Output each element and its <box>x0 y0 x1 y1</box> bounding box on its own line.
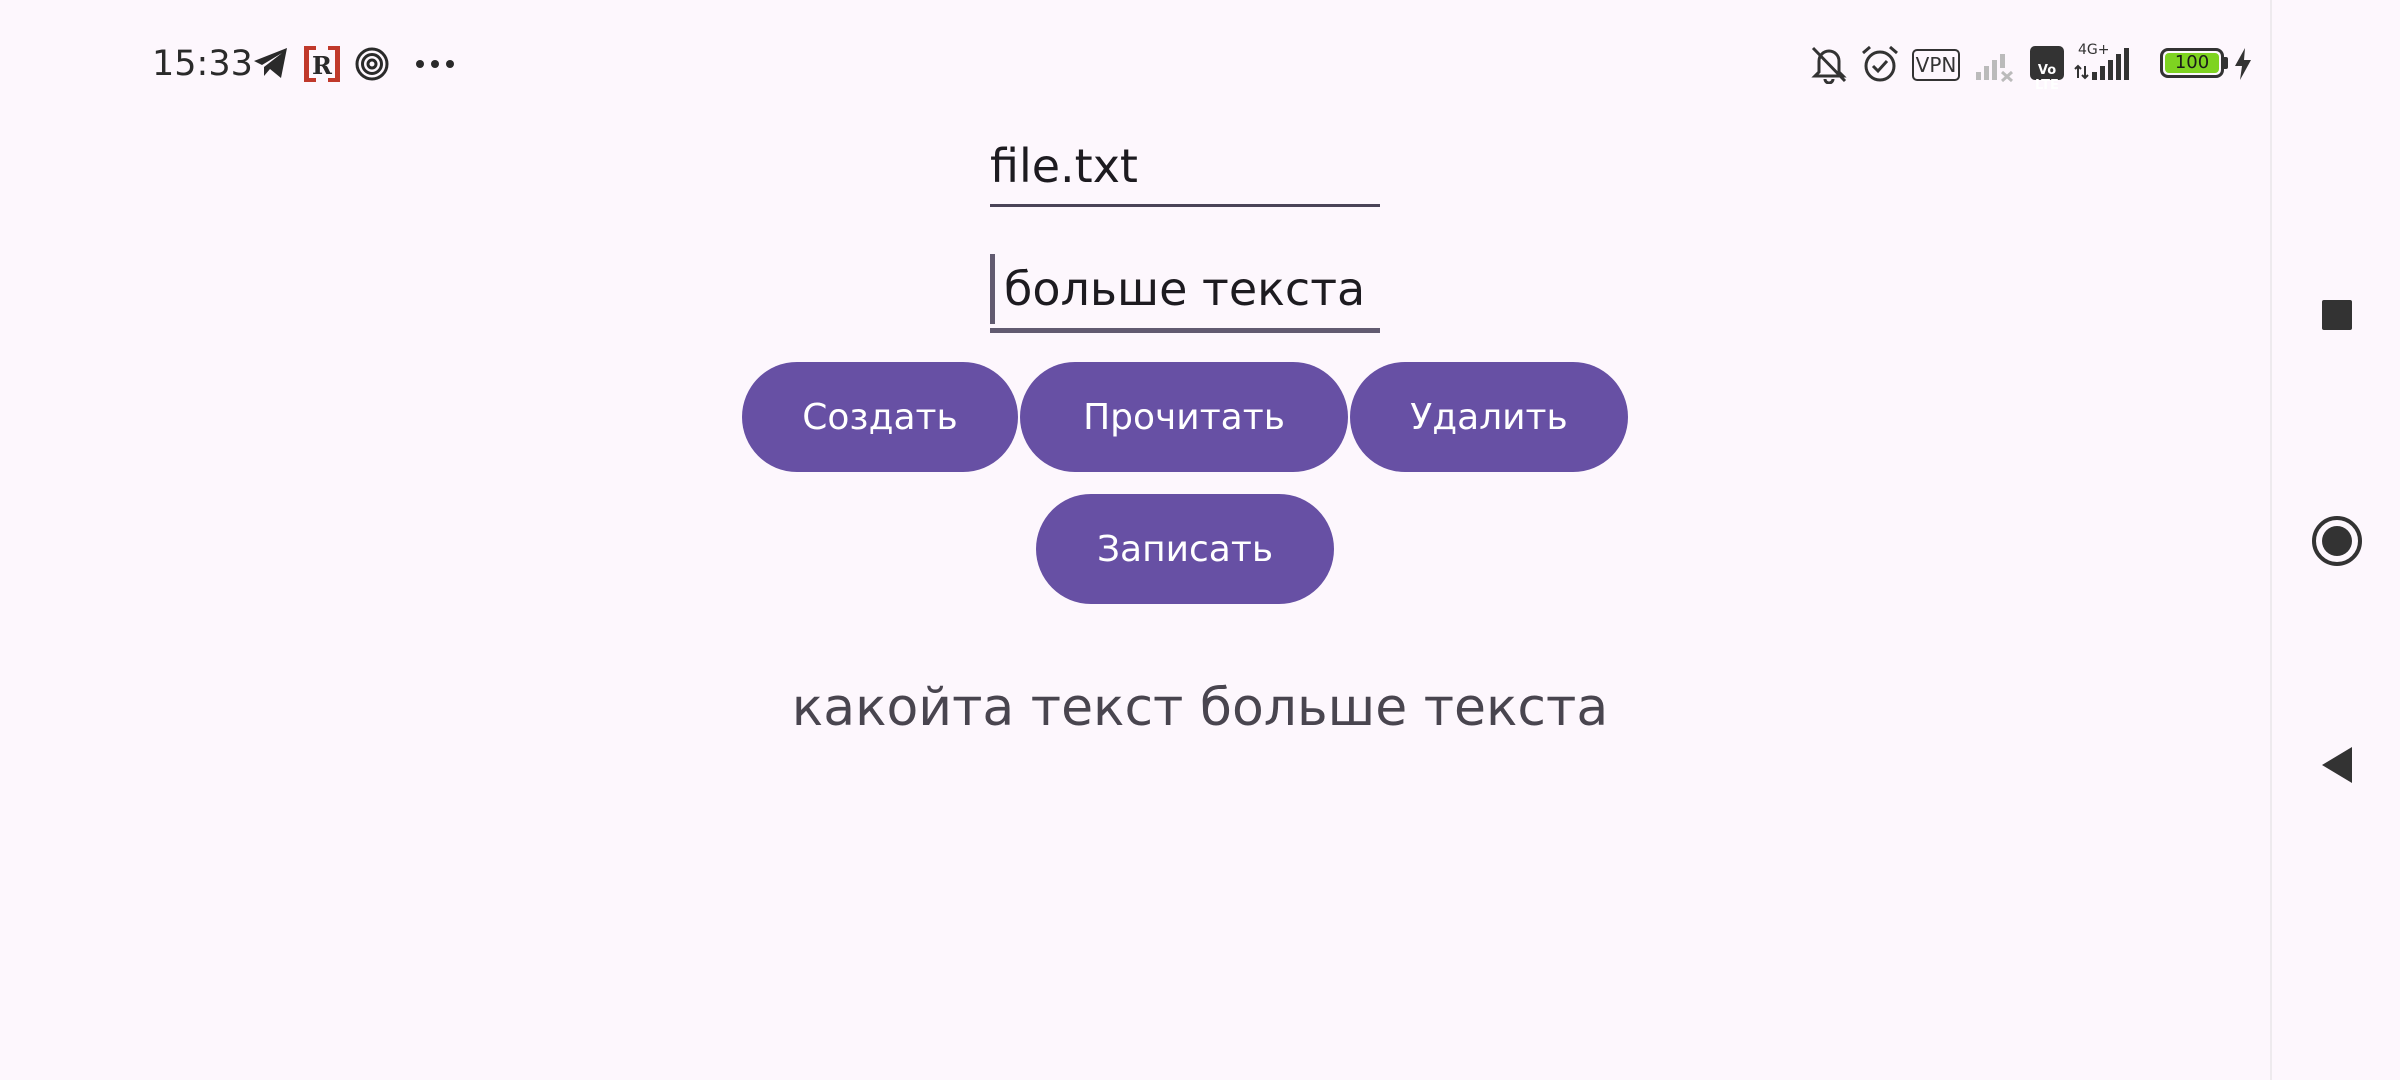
signal-sim2-icon <box>2074 48 2129 80</box>
read-button[interactable]: Прочитать <box>1020 362 1348 472</box>
back-triangle-icon <box>2322 747 2352 783</box>
more-dots-icon <box>416 60 454 68</box>
recents-button[interactable] <box>2272 270 2400 360</box>
battery-level: 100 <box>2174 52 2210 73</box>
delete-button[interactable]: Удалить <box>1350 362 1628 472</box>
status-bar: 15:33 R VPN Vo LTE 4G+ 100 <box>0 0 2270 128</box>
filename-field[interactable] <box>990 128 1380 207</box>
write-button[interactable]: Записать <box>1036 494 1334 604</box>
battery-tip <box>2224 57 2228 69</box>
content-input[interactable] <box>990 250 1380 328</box>
status-time: 15:33 <box>152 44 253 84</box>
vpn-icon: VPN <box>1912 49 1960 81</box>
navigation-bar <box>2270 0 2400 1080</box>
vpn-label: VPN <box>1915 53 1957 77</box>
signal-sim1-icon <box>1976 54 2014 82</box>
svg-text:R: R <box>312 51 333 80</box>
content-field[interactable] <box>990 250 1380 333</box>
bell-muted-icon <box>1811 46 1847 84</box>
recents-square-icon <box>2322 300 2352 330</box>
filename-input[interactable] <box>990 128 1380 204</box>
battery-icon: 100 <box>2160 48 2224 78</box>
app-r-icon: R <box>304 46 340 82</box>
output-text: какойта текст больше текста <box>791 678 1609 738</box>
alarm-icon <box>1862 45 1898 82</box>
home-button[interactable] <box>2272 496 2400 586</box>
charging-icon <box>2235 48 2251 80</box>
telegram-icon <box>254 48 287 78</box>
create-button[interactable]: Создать <box>742 362 1018 472</box>
volte-icon: Vo LTE <box>2030 46 2064 93</box>
spiral-icon <box>355 47 389 81</box>
back-button[interactable] <box>2272 720 2400 810</box>
home-circle-icon <box>2312 516 2362 566</box>
volte-label: Vo LTE <box>2035 63 2059 93</box>
